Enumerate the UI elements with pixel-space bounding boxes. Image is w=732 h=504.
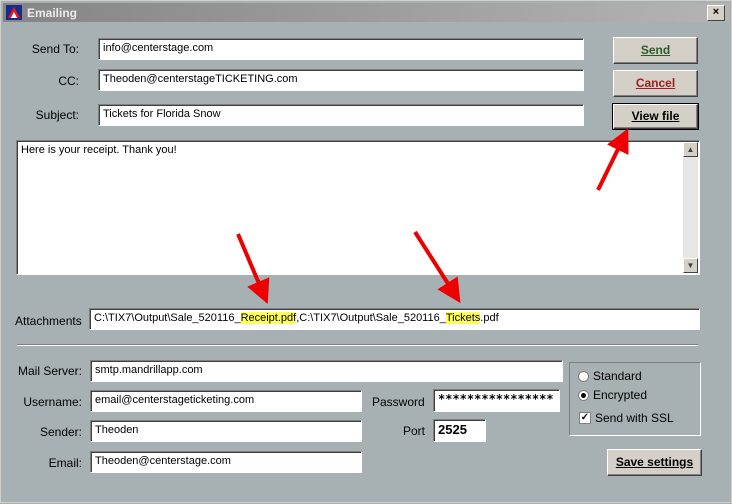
port-input[interactable]: 2525 (433, 419, 486, 442)
sender-input[interactable]: Theoden (90, 420, 362, 442)
close-button[interactable]: × (707, 5, 725, 21)
encrypted-label: Encrypted (593, 388, 648, 402)
app-icon (6, 5, 22, 20)
send-to-label: Send To: (31, 42, 79, 56)
cc-input[interactable]: Theoden@centerstageTICKETING.com (98, 69, 584, 91)
email-label: Email: (48, 456, 82, 470)
receipt-highlight: Receipt.pdf (240, 312, 297, 324)
attachments-label: Attachments (15, 314, 82, 328)
scroll-up-icon[interactable]: ▲ (683, 142, 698, 157)
message-body[interactable]: Here is your receipt. Thank you! ▲ ▼ (16, 140, 700, 275)
message-text: Here is your receipt. Thank you! (21, 144, 177, 156)
send-button[interactable]: Send (613, 37, 698, 64)
port-label: Port (403, 424, 426, 438)
ssl-checkbox[interactable]: ✓ (579, 412, 591, 424)
ssl-label: Send with SSL (595, 411, 674, 425)
attachment-path-1: C:\TIX7\Output\Sale_520116_ (94, 312, 241, 324)
email-input[interactable]: Theoden@centerstage.com (90, 451, 362, 473)
connection-options: Standard Encrypted ✓ Send with SSL (569, 362, 701, 436)
attachment-ext: .pdf (480, 312, 499, 324)
send-to-input[interactable]: info@centerstage.com (98, 38, 584, 60)
cancel-button[interactable]: Cancel (613, 70, 698, 97)
mail-server-label: Mail Server: (17, 364, 82, 378)
scroll-down-icon[interactable]: ▼ (683, 258, 698, 273)
sender-label: Sender: (39, 425, 82, 439)
tickets-highlight: Tickets (445, 312, 481, 324)
mail-server-input[interactable]: smtp.mandrillapp.com (90, 360, 563, 382)
attachments-input[interactable]: C:\TIX7\Output\Sale_520116_Receipt.pdf,C… (89, 308, 700, 330)
username-input[interactable]: email@centerstageticketing.com (90, 390, 362, 412)
title-bar: Emailing × (3, 3, 729, 22)
view-file-button[interactable]: View file (612, 103, 699, 130)
encrypted-radio[interactable] (578, 390, 589, 401)
emailing-dialog: Emailing × Send To: info@centerstage.com… (0, 0, 732, 503)
save-settings-button[interactable]: Save settings (607, 449, 702, 476)
password-label: Password (372, 395, 425, 409)
body-scrollbar[interactable]: ▲ ▼ (683, 142, 698, 273)
attachment-path-2: ,C:\TIX7\Output\Sale_520116_ (296, 312, 446, 324)
separator (17, 344, 698, 346)
subject-input[interactable]: Tickets for Florida Snow (98, 104, 584, 126)
standard-label: Standard (593, 369, 642, 383)
window-title: Emailing (27, 6, 78, 20)
cc-label: CC: (58, 74, 79, 88)
username-label: Username: (23, 395, 82, 409)
standard-radio[interactable] (578, 371, 589, 382)
subject-label: Subject: (35, 108, 79, 122)
password-input[interactable]: **************** (433, 389, 560, 412)
